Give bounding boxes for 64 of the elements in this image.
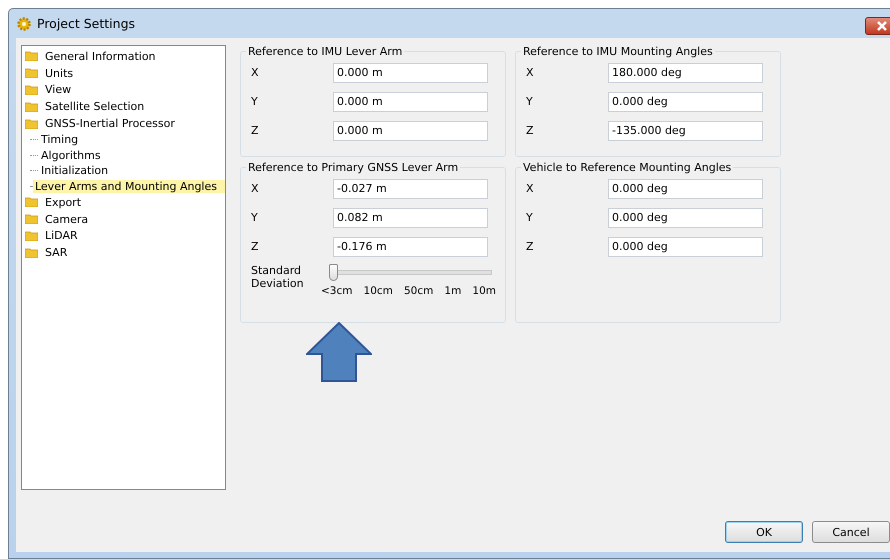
tick-label: 1m — [444, 285, 462, 297]
group-title: Reference to IMU Lever Arm — [247, 45, 404, 58]
tree-item[interactable]: LiDAR — [43, 229, 80, 242]
input-field[interactable]: 0.000 deg — [608, 236, 763, 256]
tick-label: 50cm — [404, 285, 434, 297]
field-label: X — [526, 182, 535, 195]
field-label: Z — [526, 240, 535, 253]
field-label: X — [251, 182, 260, 195]
folder-icon — [25, 197, 38, 208]
folder-icon — [25, 84, 38, 95]
tree-item[interactable]: Units — [43, 66, 76, 80]
folder-icon — [25, 102, 38, 112]
input-field[interactable]: -135.000 deg — [608, 120, 763, 140]
tree-item[interactable]: SAR — [43, 246, 70, 260]
window-title: Project Settings — [37, 16, 136, 31]
tree-item[interactable]: Timing — [39, 133, 80, 146]
folder-icon — [25, 214, 38, 224]
dialog-button[interactable]: Cancel — [812, 521, 890, 543]
group-title: Reference to IMU Mounting Angles — [522, 45, 714, 58]
field-label: Y — [251, 95, 259, 108]
field-label: Z — [251, 124, 260, 137]
field-label: Y — [526, 95, 534, 108]
input-field[interactable]: 0.000 m — [333, 92, 488, 112]
folder-icon — [25, 51, 38, 62]
tree-item[interactable]: Algorithms — [39, 148, 103, 162]
input-field[interactable]: -0.027 m — [333, 178, 488, 198]
tick-label: 10cm — [364, 285, 393, 297]
field-label: X — [251, 66, 260, 79]
field-label: Y — [526, 211, 534, 224]
tick-label: 10m — [472, 285, 496, 297]
input-field[interactable]: 0.000 m — [333, 120, 488, 140]
input-field[interactable]: 0.000 deg — [608, 92, 763, 112]
dialog-button[interactable]: OK — [725, 521, 803, 543]
input-field[interactable]: 0.000 deg — [608, 178, 763, 198]
up-arrow-icon — [306, 322, 372, 382]
folder-icon — [25, 118, 38, 129]
input-field[interactable]: -0.176 m — [333, 236, 488, 256]
tree-item[interactable]: Satellite Selection — [43, 100, 146, 114]
input-field[interactable]: 0.082 m — [333, 208, 488, 228]
input-field[interactable]: 0.000 m — [333, 62, 488, 82]
folder-icon — [25, 68, 38, 78]
tree-item[interactable]: View — [43, 83, 74, 96]
field-label: Z — [526, 124, 535, 137]
field-label: Y — [251, 211, 259, 224]
input-field[interactable]: 180.000 deg — [608, 62, 763, 82]
folder-icon — [25, 248, 38, 258]
tree-item[interactable]: Camera — [43, 212, 90, 226]
close-button[interactable] — [865, 17, 890, 35]
tree-item[interactable]: GNSS-Inertial Processor — [43, 117, 177, 130]
slider-thumb[interactable] — [329, 264, 338, 281]
input-field[interactable]: 0.000 deg — [608, 208, 763, 228]
tree-item[interactable]: Export — [43, 196, 84, 209]
tree-item[interactable]: General Information — [43, 50, 158, 63]
close-icon — [876, 21, 888, 31]
field-label: Z — [251, 240, 260, 253]
tree-item[interactable]: Lever Arms and Mounting Angles — [32, 180, 225, 193]
gear-icon — [17, 16, 31, 30]
tick-label: <3cm — [321, 285, 352, 297]
slider-label: Standard Deviation — [251, 264, 305, 292]
folder-icon — [25, 230, 38, 241]
tree-item[interactable]: Initialization — [39, 164, 110, 178]
group-title: Reference to Primary GNSS Lever Arm — [247, 161, 460, 174]
field-label: X — [526, 66, 535, 79]
group-title: Vehicle to Reference Mounting Angles — [522, 161, 732, 174]
